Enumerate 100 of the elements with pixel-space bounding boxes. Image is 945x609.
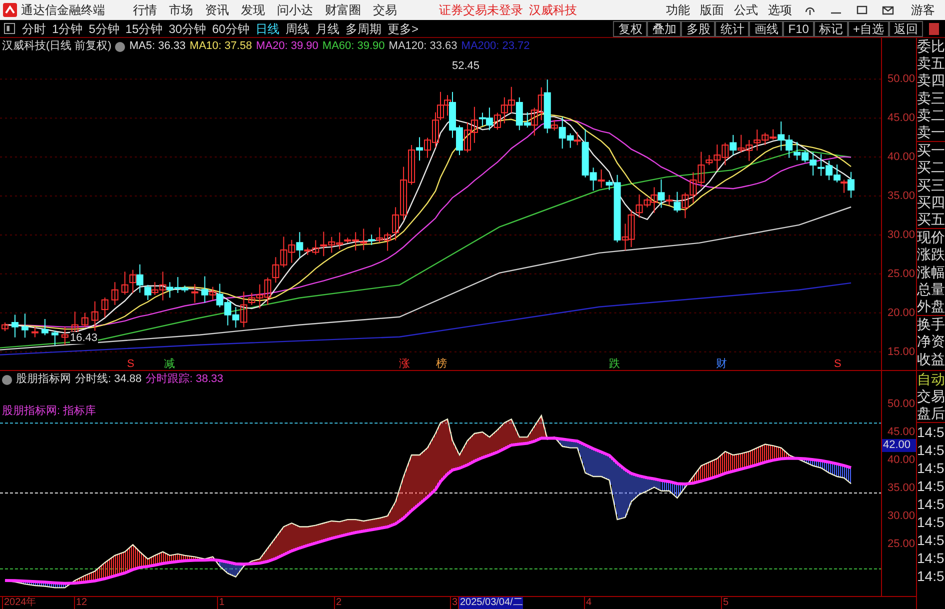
dropdown-icon[interactable] [115,42,126,52]
signal-marker: S [127,358,134,370]
date-label: 5 [721,597,729,609]
signal-marker: 财 [716,358,727,370]
trade-time: 14:5 [917,494,945,513]
toolbar-button[interactable]: 统计 [715,20,750,36]
axis-label: 35.00 [887,190,915,202]
menu-item[interactable]: 资讯 [199,1,235,19]
axis-label: 45.00 [887,426,915,438]
menu-item[interactable]: 行情 [127,1,163,19]
trade-time: 14:5 [917,566,945,585]
quote-label: 卖三 [917,90,945,107]
window-icon[interactable] [856,4,868,16]
user-label[interactable]: 游客 [911,1,935,19]
quote-label: 卖五 [917,55,945,72]
quote-tab[interactable]: 交易 [917,388,945,405]
date-label: 12 [74,597,88,609]
legend-label: MA20: 39.90 [256,40,318,53]
menu-item[interactable]: 公式 [729,1,763,19]
period-tab[interactable]: 月线 [312,20,342,38]
period-tab[interactable]: 5分钟 [86,20,122,38]
menu-item[interactable]: 选项 [763,1,797,19]
mode-label[interactable]: 自动 [917,370,945,388]
period-tab[interactable]: 分时 [19,20,49,38]
trade-time: 14:5 [917,548,945,567]
date-label: 2025/03/04/二 [458,597,523,609]
date-label: 2024年 [2,597,36,609]
quote-label: 买五 [917,211,945,230]
app-title: 通达信金融终端 [21,2,105,19]
menu-item[interactable]: 发现 [235,1,271,19]
period-tab[interactable]: 多周期 [342,20,384,38]
period-tab[interactable]: 15分钟 [122,20,166,38]
cursor-value-label: 42.00 [882,439,916,452]
toolbar-button[interactable]: 多股 [681,20,716,36]
indicator-value: 分时跟踪: 38.33 [146,373,224,386]
chart-title: 汉威科技(日线 前复权) [2,40,112,53]
toolbar-button[interactable]: 标记 [814,20,848,36]
menu-item[interactable]: 交易 [367,1,403,19]
legend-label: MA200: 23.72 [461,40,530,53]
panel-icon[interactable] [929,22,939,34]
login-status[interactable]: 证券交易未登录 [439,1,523,19]
date-label: 1 [217,597,225,609]
quote-tab[interactable]: 盘后 [917,404,945,422]
axis-label: 30.00 [887,510,915,522]
indicator-name: 股朋指标网 [16,373,71,386]
date-label: 4 [584,597,592,609]
axis-label: 30.00 [887,229,915,241]
axis-label: 35.00 [887,482,915,494]
mail-icon[interactable] [882,4,894,16]
menu-item[interactable]: 财富圈 [319,1,367,19]
quote-label: 外盘 [917,298,945,316]
dropdown-icon[interactable] [2,374,12,384]
signal-marker: 涨 [399,358,410,370]
menu-item[interactable]: 问小达 [271,1,319,19]
quote-label: 卖四 [917,72,945,90]
quote-label: 净资 [917,333,945,351]
signal-marker: 减 [164,358,175,370]
axis-label: 50.00 [887,73,915,85]
trade-time: 14:5 [917,440,945,459]
quote-label: 卖二 [917,106,945,124]
axis-label: 25.00 [887,268,915,280]
axis-label: 40.00 [887,454,915,466]
toolbar-button[interactable]: 复权 [613,20,648,36]
legend-label: MA60: 39.90 [322,40,385,53]
axis-label: 50.00 [887,398,915,410]
trade-time: 14:5 [917,512,945,531]
axis-label: 25.00 [887,538,915,550]
quote-label: 买一 [917,142,945,160]
toolbar-button[interactable]: 画线 [749,20,784,36]
app-logo-icon [3,3,17,17]
period-tab[interactable]: 更多> [384,20,422,38]
panel-toggle-icon[interactable] [4,23,15,34]
quote-label: 涨跌 [917,246,945,264]
period-tab[interactable]: 周线 [282,20,312,38]
menu-item[interactable]: 功能 [661,1,695,19]
toolbar-button[interactable]: F10 [783,20,814,36]
axis-label: 40.00 [887,151,915,163]
toolbar-button[interactable]: +自选 [848,20,889,36]
signal-marker: 榜 [436,358,447,370]
period-tab[interactable]: 日线 [252,20,282,38]
period-tab[interactable]: 30分钟 [166,20,210,38]
axis-label: 15.00 [887,346,915,358]
quote-label: 买二 [917,159,945,177]
quote-label: 卖一 [917,124,945,142]
menu-item[interactable]: 版面 [695,1,729,19]
axis-label: 20.00 [887,307,915,319]
quote-label: 收益 [917,350,945,368]
trade-time: 14:5 [917,458,945,477]
period-tab[interactable]: 1分钟 [49,20,86,38]
trade-time: 14:5 [917,530,945,549]
date-label: 2 [334,597,342,609]
low-price-label: 16.43 [70,332,98,344]
stock-name: 汉威科技 [529,2,577,19]
high-price-label: 52.45 [452,59,480,74]
legend-label: MA5: 36.33 [129,40,186,53]
period-tab[interactable]: 60分钟 [209,20,252,38]
quote-label: 买四 [917,194,945,212]
toolbar-button[interactable]: 返回 [889,20,923,36]
toolbar-button[interactable]: 叠加 [647,20,682,36]
menu-item[interactable]: 市场 [163,1,199,19]
